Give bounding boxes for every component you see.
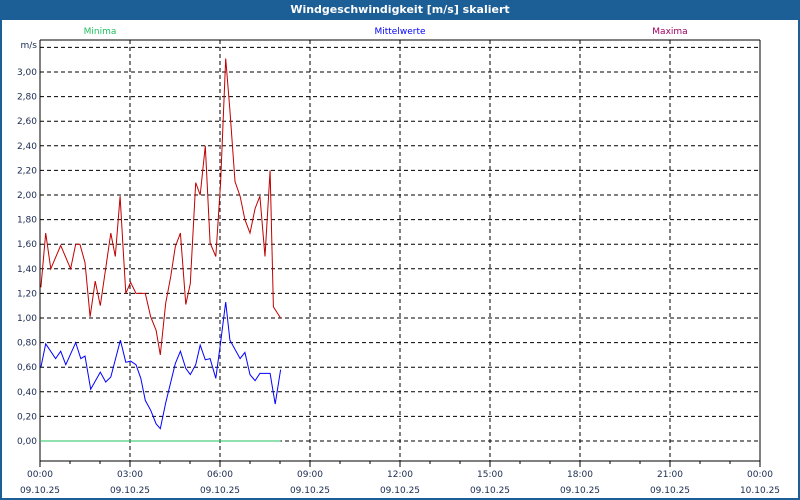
y-tick-label: 2,00 (17, 191, 37, 201)
y-tick-label: 0,80 (17, 339, 37, 349)
y-tick-label: 2,40 (17, 142, 37, 152)
y-tick-label: 2,60 (17, 117, 37, 127)
y-tick-label: 0,60 (17, 363, 37, 373)
y-tick-label: 1,20 (17, 289, 37, 299)
y-tick-label: 3,00 (17, 68, 37, 78)
y-tick-label: 0,00 (17, 437, 37, 447)
x-tick-date: 09.10.25 (380, 486, 420, 496)
x-tick-time: 21:00 (657, 470, 683, 480)
x-tick-date: 09.10.25 (110, 486, 150, 496)
y-tick-label: 1,00 (17, 314, 37, 324)
x-tick-date: 09.10.25 (650, 486, 690, 496)
x-tick-time: 00:00 (747, 470, 773, 480)
legend-maxima: Maxima (652, 27, 687, 37)
legend-minima: Minima (84, 27, 117, 37)
line-chart: 0,00 0,20 0,40 0,60 0,80 1,00 1,20 1,40 1,60 1,80… (17, 27, 780, 496)
x-tick-date: 09.10.25 (470, 486, 510, 496)
y-tick-label: 2,80 (17, 93, 37, 103)
x-tick-time: 12:00 (387, 470, 413, 480)
x-tick-date: 10.10.25 (740, 486, 780, 496)
x-tick-time: 00:00 (27, 470, 53, 480)
y-tick-label: 1,40 (17, 265, 37, 275)
x-tick-date: 09.10.25 (20, 486, 60, 496)
x-tick-date: 09.10.25 (290, 486, 330, 496)
series-line-maxima (40, 58, 282, 355)
x-tick-time: 15:00 (477, 470, 503, 480)
x-tick-time: 09:00 (297, 470, 323, 480)
y-tick-label: 2,20 (17, 166, 37, 176)
x-tick-date: 09.10.25 (200, 486, 240, 496)
x-tick-time: 03:00 (117, 470, 143, 480)
y-axis-unit: m/s (21, 41, 38, 51)
x-tick-date: 09.10.25 (560, 486, 600, 496)
y-tick-label: 1,60 (17, 240, 37, 250)
y-tick-label: 0,20 (17, 412, 37, 422)
y-tick-label: 1,80 (17, 216, 37, 226)
x-tick-time: 18:00 (567, 470, 593, 480)
x-tick-time: 06:00 (207, 470, 233, 480)
y-tick-label: 0,40 (17, 388, 37, 398)
legend-mittelwerte: Mittelwerte (374, 27, 425, 37)
series-line-mittelwerte (40, 301, 282, 430)
